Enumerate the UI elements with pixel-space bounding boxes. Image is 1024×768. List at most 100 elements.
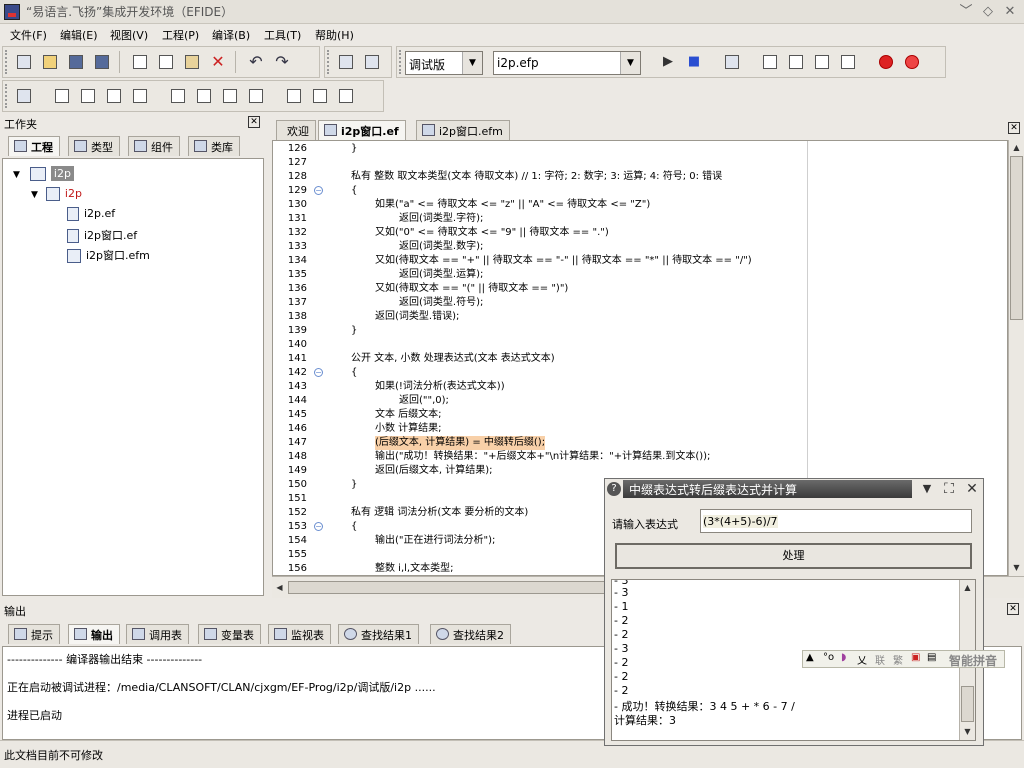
project-select[interactable]: i2p.efp ▼ [493,51,641,75]
run-icon[interactable]: ▶ [659,53,677,71]
tab-i2p-window-ef[interactable]: i2p窗口.ef [318,120,406,140]
workspace-panel: 工作夹 ✕ 工程 类型 组件 类库 ▼ i2p ▼ i2p i2p.ef i2p窗口… [0,114,266,596]
new-file-icon[interactable] [15,53,33,71]
fold-icon[interactable]: − [314,368,323,377]
ime-traditional[interactable]: 繁 [893,652,903,667]
undo-icon[interactable]: ↶ [247,53,265,71]
menu-view[interactable]: 视图(V) [110,27,148,43]
tree-node-file[interactable]: i2p窗口.efm [67,247,150,263]
tab-find-results-1[interactable]: 查找结果1 [338,624,419,644]
tab-watch[interactable]: 监视表 [268,624,331,644]
menu-help[interactable]: 帮助(H) [315,27,354,43]
tab-call-stack[interactable]: 调用表 [126,624,189,644]
save-icon[interactable] [67,53,85,71]
stop-icon[interactable]: ■ [685,53,703,71]
tab-libraries[interactable]: 类库 [188,136,240,156]
tree-node-root[interactable]: ▼ i2p [13,166,74,181]
process-button[interactable]: 处理 [615,543,972,569]
editor-vscroll[interactable]: ▲ ▼ [1008,140,1024,576]
lock-icon[interactable]: ▣ [911,652,920,663]
soft-keyboard-icon[interactable]: 乂 [857,652,867,667]
space-horizontal-icon[interactable] [285,87,303,105]
scroll-down-icon[interactable]: ▼ [1009,560,1024,575]
maximize-icon[interactable]: ⛶ [940,480,958,498]
maximize-icon[interactable]: ◇ [980,4,996,20]
align-top-icon[interactable] [105,87,123,105]
scroll-down-icon[interactable]: ▼ [960,724,975,739]
tile-window-icon[interactable] [337,53,355,71]
ime-name[interactable]: 智能拼音 [949,652,997,669]
scroll-up-icon[interactable]: ▲ [1009,140,1024,155]
fullwidth-icon[interactable]: ◗ [841,652,846,663]
open-folder-icon[interactable] [41,53,59,71]
step-into-icon[interactable] [761,53,779,71]
tab-label: 类型 [91,141,113,154]
tab-hints[interactable]: 提示 [8,624,60,644]
keyboard-icon[interactable]: ▤ [927,652,936,663]
breakpoint-icon[interactable] [877,53,895,71]
punctuation-icon[interactable]: °o [823,652,834,663]
compile-icon[interactable] [723,53,741,71]
menu-tools[interactable]: 工具(T) [264,27,301,43]
scroll-thumb[interactable] [961,686,974,722]
menu-project[interactable]: 工程(P) [162,27,199,43]
chevron-down-icon[interactable]: ▼ [462,52,482,74]
align-bottom-icon[interactable] [131,87,149,105]
redo-icon[interactable]: ↷ [273,53,291,71]
help-icon[interactable]: ? [607,482,621,496]
align-right-icon[interactable] [79,87,97,105]
paste-icon[interactable] [183,53,201,71]
expand-icon[interactable]: ▼ [13,170,20,180]
tab-output[interactable]: 输出 [68,624,120,644]
chevron-down-icon[interactable]: ▼ [620,52,640,74]
grid-icon[interactable] [337,87,355,105]
fold-icon[interactable]: − [314,186,323,195]
expand-icon[interactable]: ▼ [31,190,38,200]
tab-variables[interactable]: 变量表 [198,624,261,644]
close-icon[interactable]: ✕ [1007,603,1019,615]
center-vertical-icon[interactable] [195,87,213,105]
same-height-icon[interactable] [247,87,265,105]
tree-node-file[interactable]: i2p.ef [67,207,115,221]
close-icon[interactable]: ✕ [1002,4,1018,20]
tab-types[interactable]: 类型 [68,136,120,156]
scroll-left-icon[interactable]: ◀ [272,580,287,595]
menu-edit[interactable]: 编辑(E) [60,27,98,43]
cut-icon[interactable] [131,53,149,71]
step-out-icon[interactable] [813,53,831,71]
run-to-cursor-icon[interactable] [839,53,857,71]
copy-icon[interactable] [157,53,175,71]
minimize-icon[interactable]: ﹀ [958,4,974,20]
step-over-icon[interactable] [787,53,805,71]
tree-node-project[interactable]: ▼ i2p [31,187,82,201]
scroll-thumb[interactable] [1010,156,1023,320]
scroll-up-icon[interactable]: ▲ [960,580,975,595]
ime-association[interactable]: 联 [875,652,885,667]
fold-icon[interactable]: − [314,522,323,531]
close-icon[interactable]: ✕ [1008,122,1020,134]
save-all-icon[interactable] [93,53,111,71]
tab-components[interactable]: 组件 [128,136,180,156]
tree-node-file[interactable]: i2p窗口.ef [67,227,137,243]
delete-icon[interactable]: ✕ [209,53,227,71]
align-left-icon[interactable] [53,87,71,105]
cascade-window-icon[interactable] [363,53,381,71]
center-horizontal-icon[interactable] [169,87,187,105]
build-config-select[interactable]: 调试版 ▼ [405,51,483,75]
tab-project[interactable]: 工程 [8,136,60,156]
form-icon[interactable] [15,87,33,105]
same-width-icon[interactable] [221,87,239,105]
space-vertical-icon[interactable] [311,87,329,105]
expression-input[interactable]: (3*(4+5)-6)/7 [700,509,972,533]
tab-i2p-window-efm[interactable]: i2p窗口.efm [416,120,510,140]
menu-file[interactable]: 文件(F) [10,27,47,43]
menu-build[interactable]: 编译(B) [212,27,250,43]
toolbar-grip[interactable] [5,50,9,74]
chevron-down-icon[interactable]: ▼ [918,480,936,498]
close-icon[interactable]: ✕ [963,480,981,498]
penguin-icon[interactable]: ▲ [806,652,814,663]
close-icon[interactable]: ✕ [248,116,260,128]
clear-breakpoints-icon[interactable] [903,53,921,71]
tab-welcome[interactable]: 欢迎 [276,120,316,140]
tab-find-results-2[interactable]: 查找结果2 [430,624,511,644]
